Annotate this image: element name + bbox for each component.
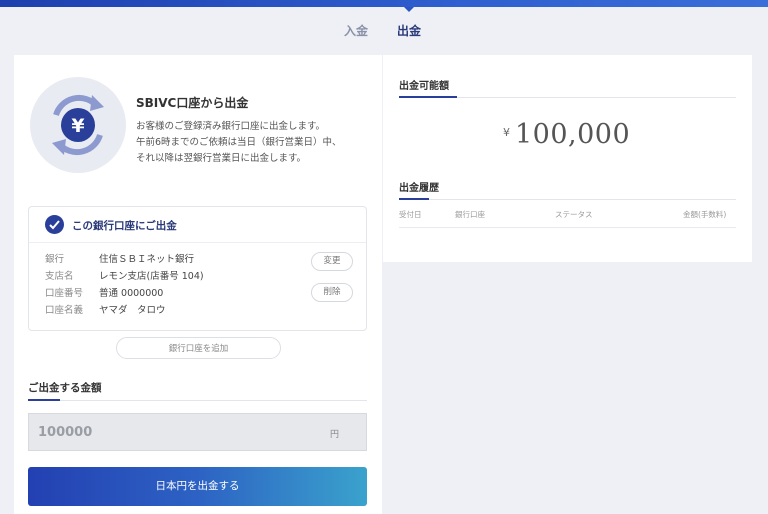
amount-field: 円 xyxy=(28,413,367,451)
add-bank-account-button[interactable]: 銀行口座を追加 xyxy=(116,337,281,359)
description-line: それ以降は翌銀行営業日に出金します。 xyxy=(136,153,307,164)
yen-exchange-icon: ¥ xyxy=(30,77,126,173)
history-col-status: ステータス xyxy=(555,210,593,219)
description-line: 午前6時までのご依頼は当日（銀行営業日）中、 xyxy=(136,137,342,148)
divider xyxy=(399,227,736,228)
amount-unit: 円 xyxy=(330,430,340,440)
history-title: 出金履歴 xyxy=(399,183,439,194)
account-holder-label: 口座名義 xyxy=(45,305,84,316)
edit-bank-button[interactable]: 変更 xyxy=(311,252,353,271)
history-col-date: 受付日 xyxy=(399,210,422,219)
available-amount: 100,000 xyxy=(515,119,631,150)
tab-deposit[interactable]: 入金 xyxy=(344,22,368,39)
bank-account-card: この銀行口座にご出金 銀行 住信ＳＢＩネット銀行 支店名 レモン支店(店番号 1… xyxy=(28,206,367,331)
active-tab-indicator xyxy=(404,7,414,12)
account-number-value: 普通 0000000 xyxy=(99,288,164,299)
divider-accent xyxy=(399,198,429,200)
top-accent-bar xyxy=(0,0,768,7)
divider-accent xyxy=(399,96,457,98)
balance-history-panel: 出金可能額 ¥ 100,000 出金履歴 受付日 銀行口座 ステータス 金額(手… xyxy=(383,55,752,262)
divider-accent xyxy=(28,399,60,401)
history-col-bank: 銀行口座 xyxy=(455,210,485,219)
page-title: SBIVC口座から出金 xyxy=(136,96,249,110)
branch-value: レモン支店(店番号 104) xyxy=(99,271,204,282)
tab-withdraw[interactable]: 出金 xyxy=(397,22,421,39)
available-title: 出金可能額 xyxy=(399,81,449,92)
bank-card-header: この銀行口座にご出金 xyxy=(29,207,366,243)
divider xyxy=(399,199,736,200)
account-holder-value: ヤマダ タロウ xyxy=(99,305,166,316)
account-number-label: 口座番号 xyxy=(45,288,84,299)
currency-symbol: ¥ xyxy=(503,126,510,139)
bank-label: 銀行 xyxy=(45,254,65,265)
withdraw-description: お客様のご登録済み銀行口座に出金します。 午前6時までのご依頼は当日（銀行営業日… xyxy=(136,119,376,167)
amount-section-title: ご出金する金額 xyxy=(28,382,102,394)
withdraw-form-panel: ¥ SBIVC口座から出金 お客様のご登録済み銀行口座に出金します。 午前6時ま… xyxy=(14,55,382,514)
withdraw-jpy-button[interactable]: 日本円を出金する xyxy=(28,467,367,506)
bank-value: 住信ＳＢＩネット銀行 xyxy=(99,254,195,265)
check-icon xyxy=(45,215,64,234)
branch-label: 支店名 xyxy=(45,271,74,282)
divider xyxy=(28,400,367,401)
amount-input[interactable] xyxy=(38,422,298,442)
bank-card-title: この銀行口座にご出金 xyxy=(72,220,177,232)
delete-bank-button[interactable]: 削除 xyxy=(311,283,353,302)
history-col-amount: 金額(手数料) xyxy=(683,210,727,219)
svg-text:¥: ¥ xyxy=(71,115,84,137)
deposit-withdraw-tabs: 入金 出金 xyxy=(0,22,768,42)
description-line: お客様のご登録済み銀行口座に出金します。 xyxy=(136,121,326,132)
